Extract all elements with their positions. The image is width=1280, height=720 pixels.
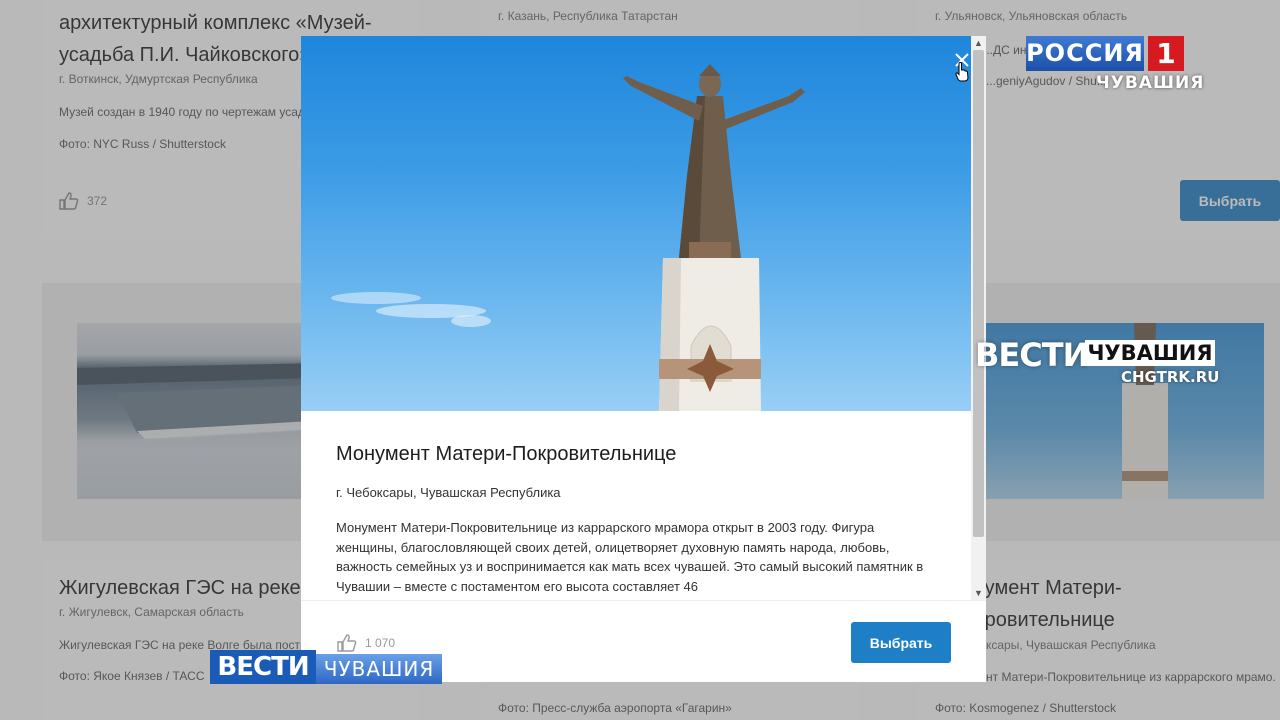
channel-region: ЧУВАШИЯ <box>1096 73 1205 93</box>
modal-title: Монумент Матери-Покровительнице <box>336 443 677 465</box>
vesti-lower-third: ВЕСТИ ЧУВАШИЯ <box>210 650 442 684</box>
vesti-word: ВЕСТИ <box>975 336 1089 374</box>
modal-scrollbar[interactable]: ▲ ▼ <box>971 36 986 600</box>
scroll-up-arrow[interactable]: ▲ <box>971 36 986 50</box>
vesti-region: ЧУВАШИЯ <box>316 654 442 684</box>
rossia-1-logo: РОССИЯ 1 ЧУВАШИЯ <box>1026 36 1203 93</box>
scroll-down-arrow[interactable]: ▼ <box>971 586 986 600</box>
like-count: 1 070 <box>365 636 396 650</box>
select-button[interactable]: Выбрать <box>851 622 951 663</box>
monument-photo <box>301 36 971 411</box>
scroll-thumb[interactable] <box>973 50 984 537</box>
channel-number: 1 <box>1148 36 1184 71</box>
vesti-region: ЧУВАШИЯ <box>1085 340 1215 366</box>
hand-cursor-icon <box>955 62 969 82</box>
modal-location: г. Чебоксары, Чувашская Республика <box>336 485 561 500</box>
detail-modal: ▲ ▼ Монумент Матери-Покровительнице г. Ч… <box>301 36 986 682</box>
vesti-word: ВЕСТИ <box>210 650 316 684</box>
modal-description: Монумент Матери-Покровительнице из карра… <box>336 520 924 594</box>
vesti-site: CHGTRK.RU <box>1121 368 1220 386</box>
channel-name: РОССИЯ <box>1026 36 1144 71</box>
vesti-chuvashia-logo: ВЕСТИ ЧУВАШИЯ CHGTRK.RU <box>975 336 1220 386</box>
